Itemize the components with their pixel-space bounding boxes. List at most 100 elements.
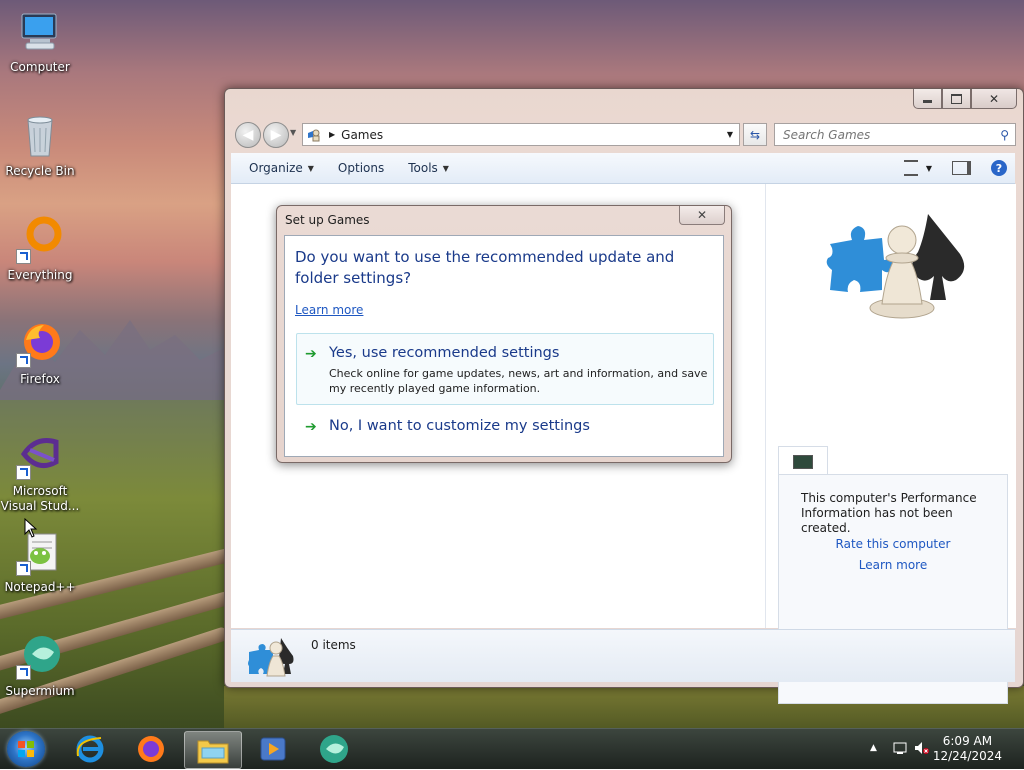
desktop-icon-computer[interactable]: Computer [0,8,80,75]
learn-more-link[interactable]: Learn more [295,303,363,317]
internet-explorer-icon [76,735,104,763]
back-arrow-icon: ◀ [242,127,254,143]
refresh-icon: ⇆ [749,127,761,142]
view-list-icon [903,160,918,176]
green-arrow-icon: ➔ [305,346,317,362]
option-customize-settings[interactable]: ➔ No, I want to customize my settings [296,412,714,444]
dialog-title: Set up Games [285,213,370,227]
forward-arrow-icon: ▶ [270,127,282,143]
help-button[interactable]: ? [991,160,1007,176]
rate-this-computer-link[interactable]: Rate this computer [779,537,1007,551]
close-icon: ✕ [696,208,708,222]
performance-tab[interactable] [778,446,828,475]
organize-label: Organize [249,161,303,175]
clock-date: 12/24/2024 [932,749,1002,763]
breadcrumb-games[interactable]: Games [341,128,383,142]
supermium-icon [320,735,348,763]
start-button[interactable] [7,731,45,767]
taskbar-firefox[interactable] [123,731,179,767]
status-bar: 0 items [231,629,1015,682]
minimize-button[interactable] [913,89,942,109]
option-customize-label: No, I want to customize my settings [329,418,590,434]
preview-pane-button[interactable] [952,161,971,175]
taskbar-internet-explorer[interactable] [62,731,118,767]
shortcut-arrow-icon [16,353,31,368]
option-recommended-settings[interactable]: ➔ Yes, use recommended settings Check on… [296,333,714,405]
games-details-pane: This computer's Performance Information … [765,184,1016,704]
dialog-close-button[interactable]: ✕ [679,206,725,225]
taskbar-media-player[interactable] [245,731,301,767]
shortcut-arrow-icon [16,465,31,480]
preview-pane-icon [952,161,971,175]
change-view-button[interactable]: ▼ [903,160,932,176]
everything-icon [16,216,64,264]
recent-pages-chevron-icon[interactable]: ▼ [290,128,296,137]
firefox-icon [16,320,64,368]
supermium-icon [16,632,64,680]
windows-logo-icon [18,741,34,757]
desktop-icon-label: Everything [7,268,73,282]
media-player-icon [260,737,286,761]
volume-muted-icon[interactable] [914,741,930,758]
chevron-down-icon: ▼ [925,163,932,173]
dialog-body: Do you want to use the recommended updat… [284,235,724,457]
desktop-icon-notepadpp[interactable]: Notepad++ [0,528,80,595]
search-box[interactable]: ⚲ [774,123,1016,146]
system-clock[interactable]: 6:09 AM 12/24/2024 [933,734,1002,764]
desktop-icon-label: Recycle Bin [5,164,75,178]
taskbar-file-explorer[interactable] [184,731,242,769]
refresh-button[interactable]: ⇆ [743,123,767,146]
dialog-question: Do you want to use the recommended updat… [295,248,675,287]
show-hidden-icons-button[interactable]: ▲ [870,743,877,753]
taskbar-supermium[interactable] [306,731,362,767]
computer-icon [16,8,64,56]
desktop-icon-label: Notepad++ [4,580,76,594]
desktop-icon-label: Computer [10,60,70,74]
taskbar: ▲ 6:09 AM 12/24/2024 [0,728,1024,769]
options-button[interactable]: Options [338,161,384,175]
green-arrow-icon: ➔ [305,419,317,435]
clock-time: 6:09 AM [942,734,993,748]
recycle-bin-icon [16,112,64,160]
breadcrumb-separator-icon: ▶ [329,130,336,139]
desktop-icon-label: Supermium [5,684,75,698]
option-recommended-label: Yes, use recommended settings [329,345,560,361]
file-explorer-icon [197,740,229,764]
visual-studio-icon [16,432,64,480]
navigation-bar: ◀ ▶ ▼ ▶ Games ▼ ⇆ ⚲ [233,122,1016,148]
close-button[interactable]: ✕ [971,89,1017,109]
shortcut-arrow-icon [16,249,31,264]
desktop-icon-supermium[interactable]: Supermium [0,632,80,699]
forward-button[interactable]: ▶ [263,122,289,148]
desktop-icon-everything[interactable]: Everything [0,216,80,283]
desktop-icon-recycle-bin[interactable]: Recycle Bin [0,112,80,179]
learn-more-link[interactable]: Learn more [779,558,1007,572]
command-bar: Organize ▼ Options Tools ▼ ▼ ? [231,153,1015,184]
help-icon: ? [991,160,1007,176]
item-count: 0 items [311,638,356,652]
desktop-icon-label: Microsoft Visual Stud... [0,484,80,513]
address-dropdown-icon[interactable]: ▼ [727,130,733,139]
tools-menu[interactable]: Tools ▼ [408,161,449,175]
mouse-cursor-icon [24,518,38,538]
organize-menu[interactable]: Organize ▼ [249,161,314,175]
performance-monitor-icon [793,455,813,469]
search-icon[interactable]: ⚲ [1000,128,1009,142]
address-bar[interactable]: ▶ Games ▼ [302,123,740,146]
chevron-down-icon: ▼ [307,163,314,173]
search-input[interactable] [781,126,985,143]
games-folder-icon [307,127,323,143]
performance-text: This computer's Performance Information … [801,491,977,535]
shortcut-arrow-icon [16,665,31,680]
minimize-icon [923,100,932,103]
desktop-icon-firefox[interactable]: Firefox [0,320,80,387]
maximize-button[interactable] [942,89,971,109]
chevron-down-icon: ▼ [442,163,449,173]
desktop-icon-visual-studio[interactable]: Microsoft Visual Stud... [0,432,80,514]
games-small-icon [247,634,295,678]
desktop-icon-label: Firefox [20,372,60,386]
option-recommended-description: Check online for game updates, news, art… [329,367,708,395]
set-up-games-dialog: Set up Games ✕ Do you want to use the re… [276,205,732,463]
action-center-flag-icon[interactable] [892,741,908,758]
back-button[interactable]: ◀ [235,122,261,148]
